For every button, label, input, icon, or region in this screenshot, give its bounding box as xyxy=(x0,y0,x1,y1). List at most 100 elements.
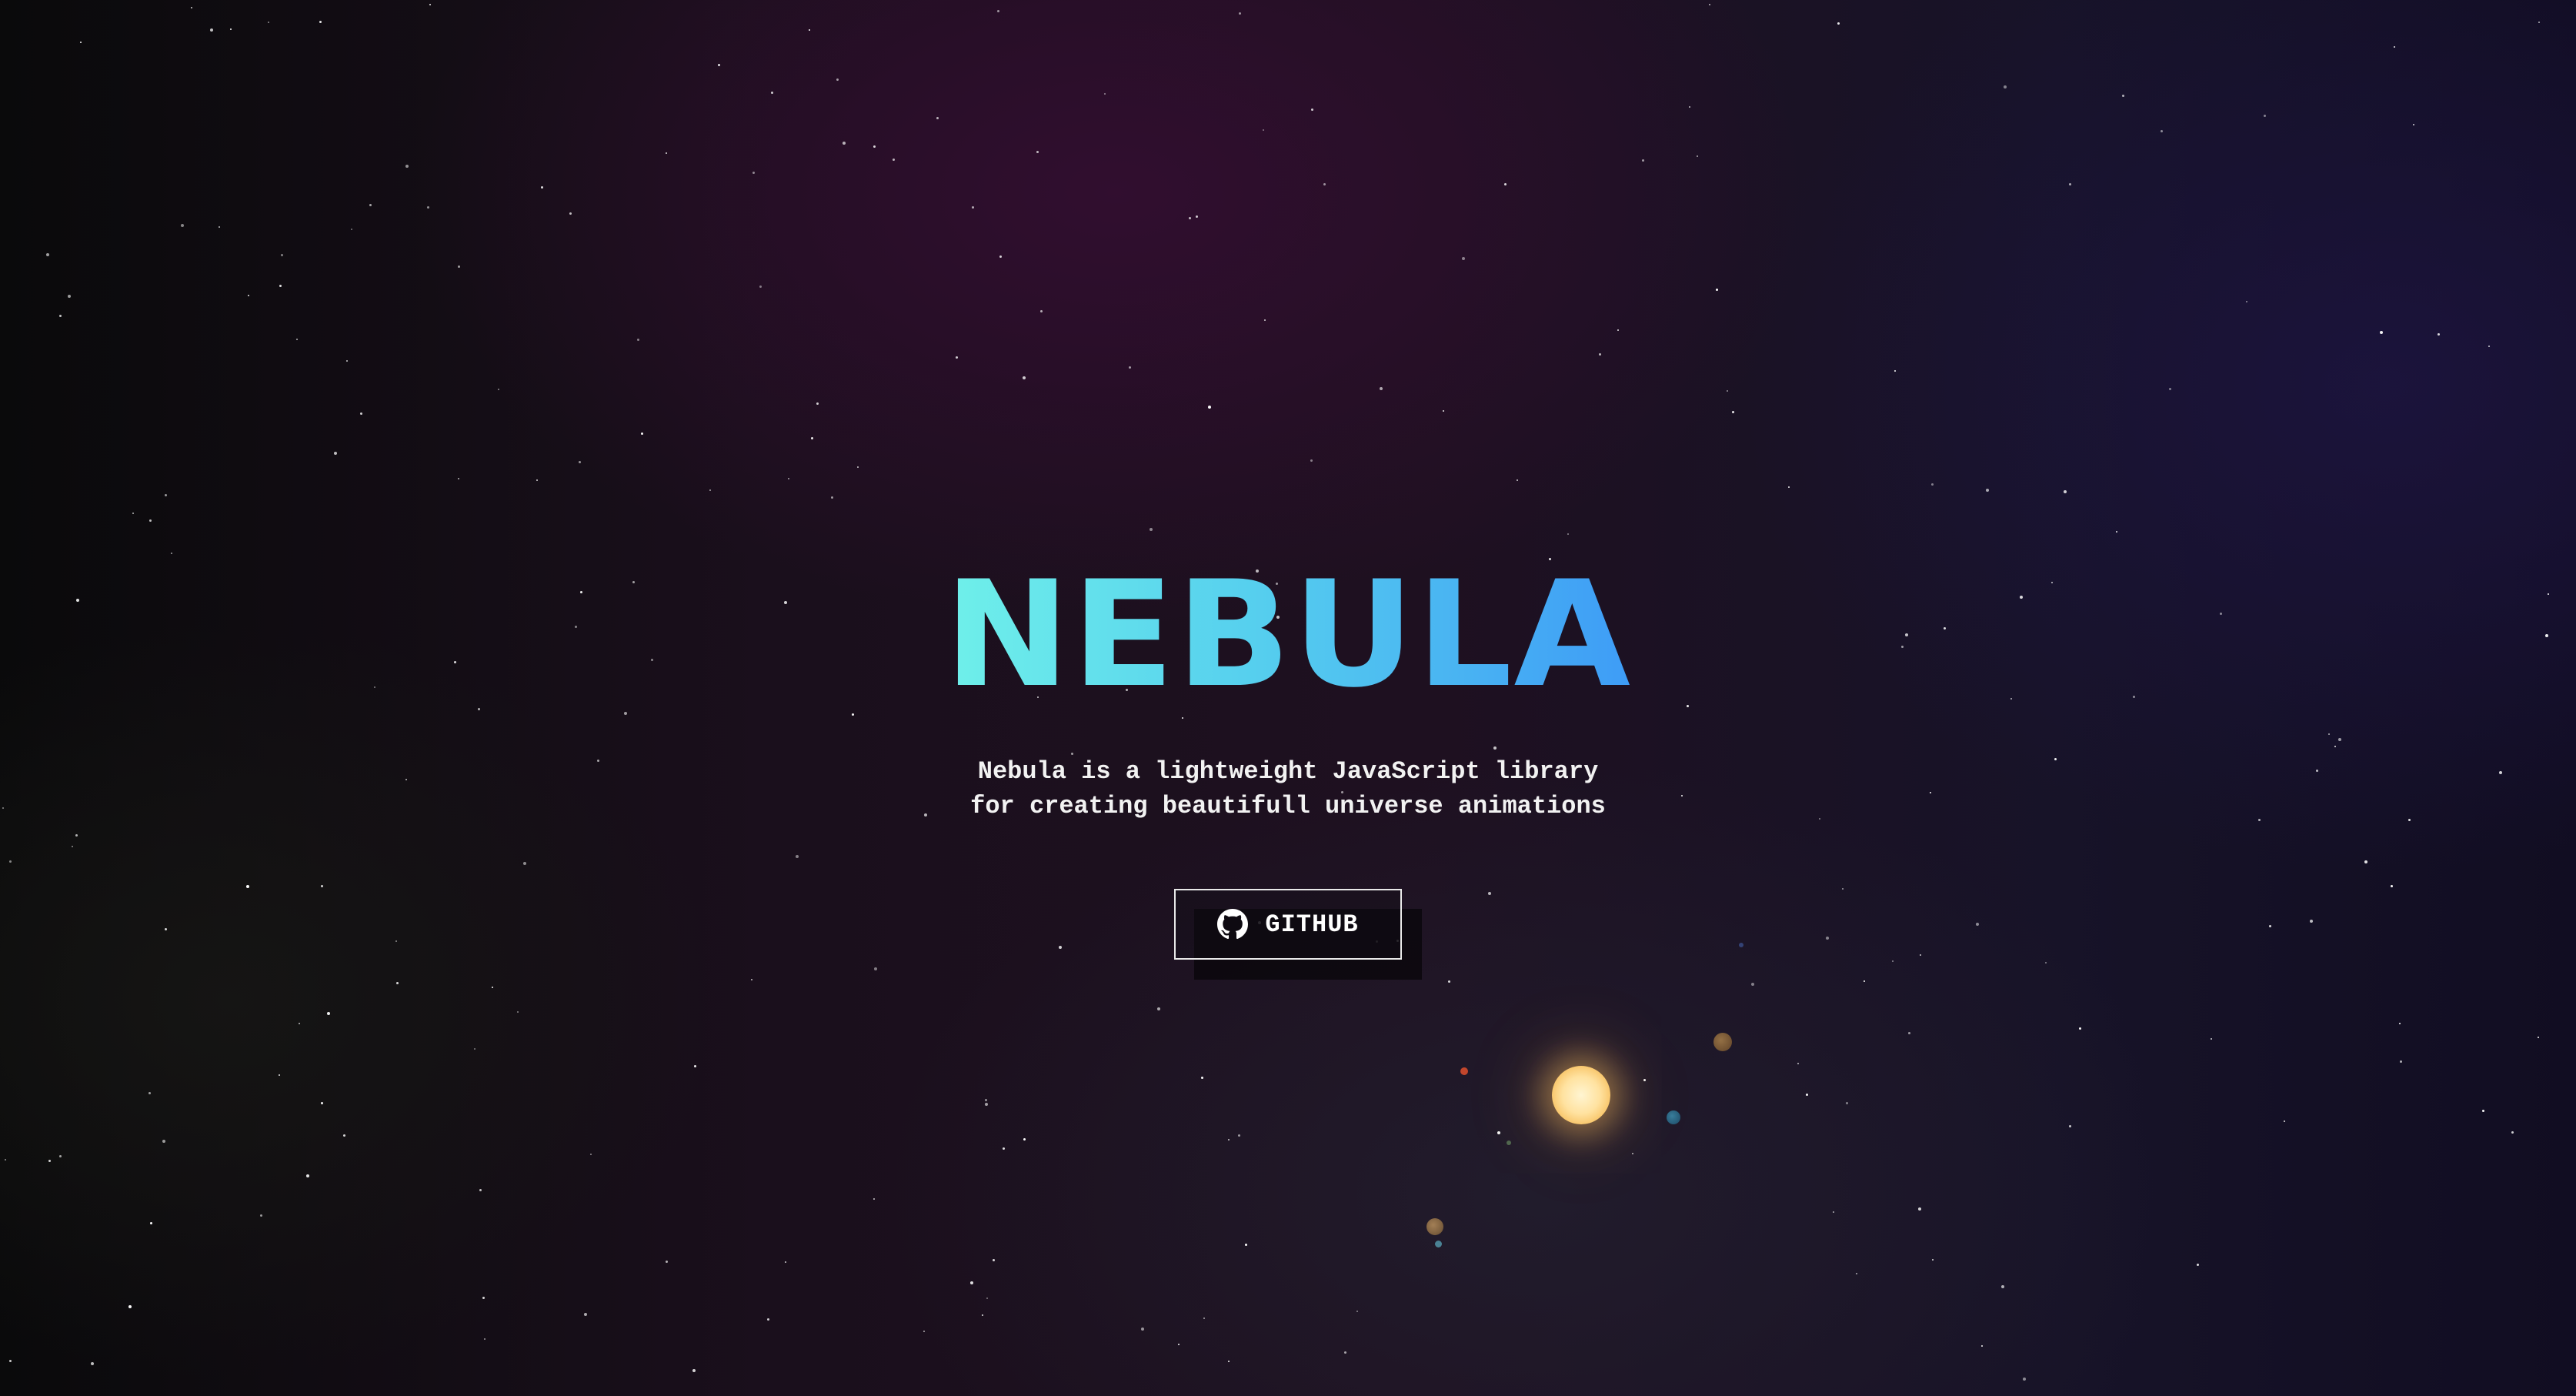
star xyxy=(296,339,298,340)
star xyxy=(771,92,773,94)
star xyxy=(165,494,167,496)
star xyxy=(1264,319,1266,321)
star xyxy=(1797,1063,1799,1064)
star xyxy=(923,1331,925,1332)
star xyxy=(2001,1285,2004,1288)
github-button-container: GITHUB xyxy=(1174,889,1422,980)
star xyxy=(1036,151,1039,153)
star xyxy=(2122,95,2124,97)
star xyxy=(788,478,789,479)
star xyxy=(1208,406,1211,409)
star xyxy=(321,1102,323,1104)
star xyxy=(1716,289,1718,291)
star xyxy=(2004,85,2007,89)
star xyxy=(2169,388,2171,390)
github-icon xyxy=(1217,909,1249,940)
star xyxy=(2488,346,2490,347)
star xyxy=(395,940,397,942)
star xyxy=(985,1103,988,1106)
star xyxy=(1462,257,1465,260)
star xyxy=(1504,183,1507,185)
star xyxy=(999,255,1002,258)
star xyxy=(2211,1038,2212,1040)
star xyxy=(982,1314,983,1316)
star xyxy=(1846,1102,1848,1104)
star xyxy=(2482,1110,2484,1112)
star xyxy=(1310,459,1313,462)
star xyxy=(1856,1273,1857,1274)
star xyxy=(1023,1138,1026,1141)
star xyxy=(498,389,499,390)
page-title: NEBULA xyxy=(943,549,1633,720)
star xyxy=(479,1189,482,1191)
star xyxy=(1003,1147,1005,1150)
star xyxy=(1488,892,1491,895)
star xyxy=(2394,46,2395,48)
star xyxy=(759,286,762,288)
star xyxy=(1732,411,1734,413)
star xyxy=(1932,1259,1934,1261)
star xyxy=(75,834,78,837)
star xyxy=(351,229,352,230)
star xyxy=(1892,960,1894,962)
star xyxy=(48,1160,51,1162)
star xyxy=(956,356,958,359)
star xyxy=(584,1313,587,1316)
star xyxy=(80,42,82,43)
planet xyxy=(1713,1033,1732,1051)
star xyxy=(1981,1345,1983,1347)
star xyxy=(1141,1328,1144,1331)
star xyxy=(1920,954,1921,956)
star xyxy=(2413,124,2414,125)
star xyxy=(2538,1037,2539,1038)
star xyxy=(857,466,859,468)
star xyxy=(150,1222,152,1224)
star xyxy=(279,285,282,287)
star xyxy=(1150,528,1153,531)
github-button[interactable]: GITHUB xyxy=(1174,889,1402,960)
star xyxy=(327,1012,330,1015)
star xyxy=(1356,1311,1358,1312)
star xyxy=(579,461,581,463)
planet xyxy=(1435,1241,1442,1247)
tagline-line-2: for creating beautifull universe animati… xyxy=(970,792,1606,820)
star xyxy=(427,206,429,209)
star xyxy=(396,982,399,984)
star xyxy=(458,478,459,479)
star xyxy=(836,78,839,81)
star xyxy=(165,928,167,930)
star xyxy=(1238,1134,1240,1137)
star xyxy=(2069,183,2071,185)
star xyxy=(2438,333,2440,336)
star xyxy=(1023,376,1026,379)
star xyxy=(536,479,538,481)
star xyxy=(260,1214,262,1217)
star xyxy=(569,212,572,215)
star xyxy=(1727,390,1728,392)
planet xyxy=(1507,1141,1511,1145)
star xyxy=(641,432,643,435)
star xyxy=(1380,387,1383,390)
star xyxy=(482,1297,485,1299)
star xyxy=(2264,115,2266,117)
star xyxy=(1689,106,1690,108)
star xyxy=(843,142,846,145)
star xyxy=(1443,410,1444,412)
star xyxy=(970,1281,973,1284)
star xyxy=(2538,22,2540,23)
star xyxy=(2079,1027,2081,1030)
star xyxy=(997,10,999,12)
star xyxy=(248,295,249,296)
star xyxy=(1642,159,1644,162)
star xyxy=(2400,1060,2402,1063)
star xyxy=(2364,860,2367,863)
star xyxy=(72,846,73,847)
star xyxy=(1751,983,1754,986)
star xyxy=(68,295,71,298)
star xyxy=(1842,888,1844,890)
star xyxy=(809,29,810,31)
star xyxy=(1837,22,1840,25)
star xyxy=(718,64,720,66)
star xyxy=(1931,483,1934,486)
star xyxy=(873,145,876,148)
